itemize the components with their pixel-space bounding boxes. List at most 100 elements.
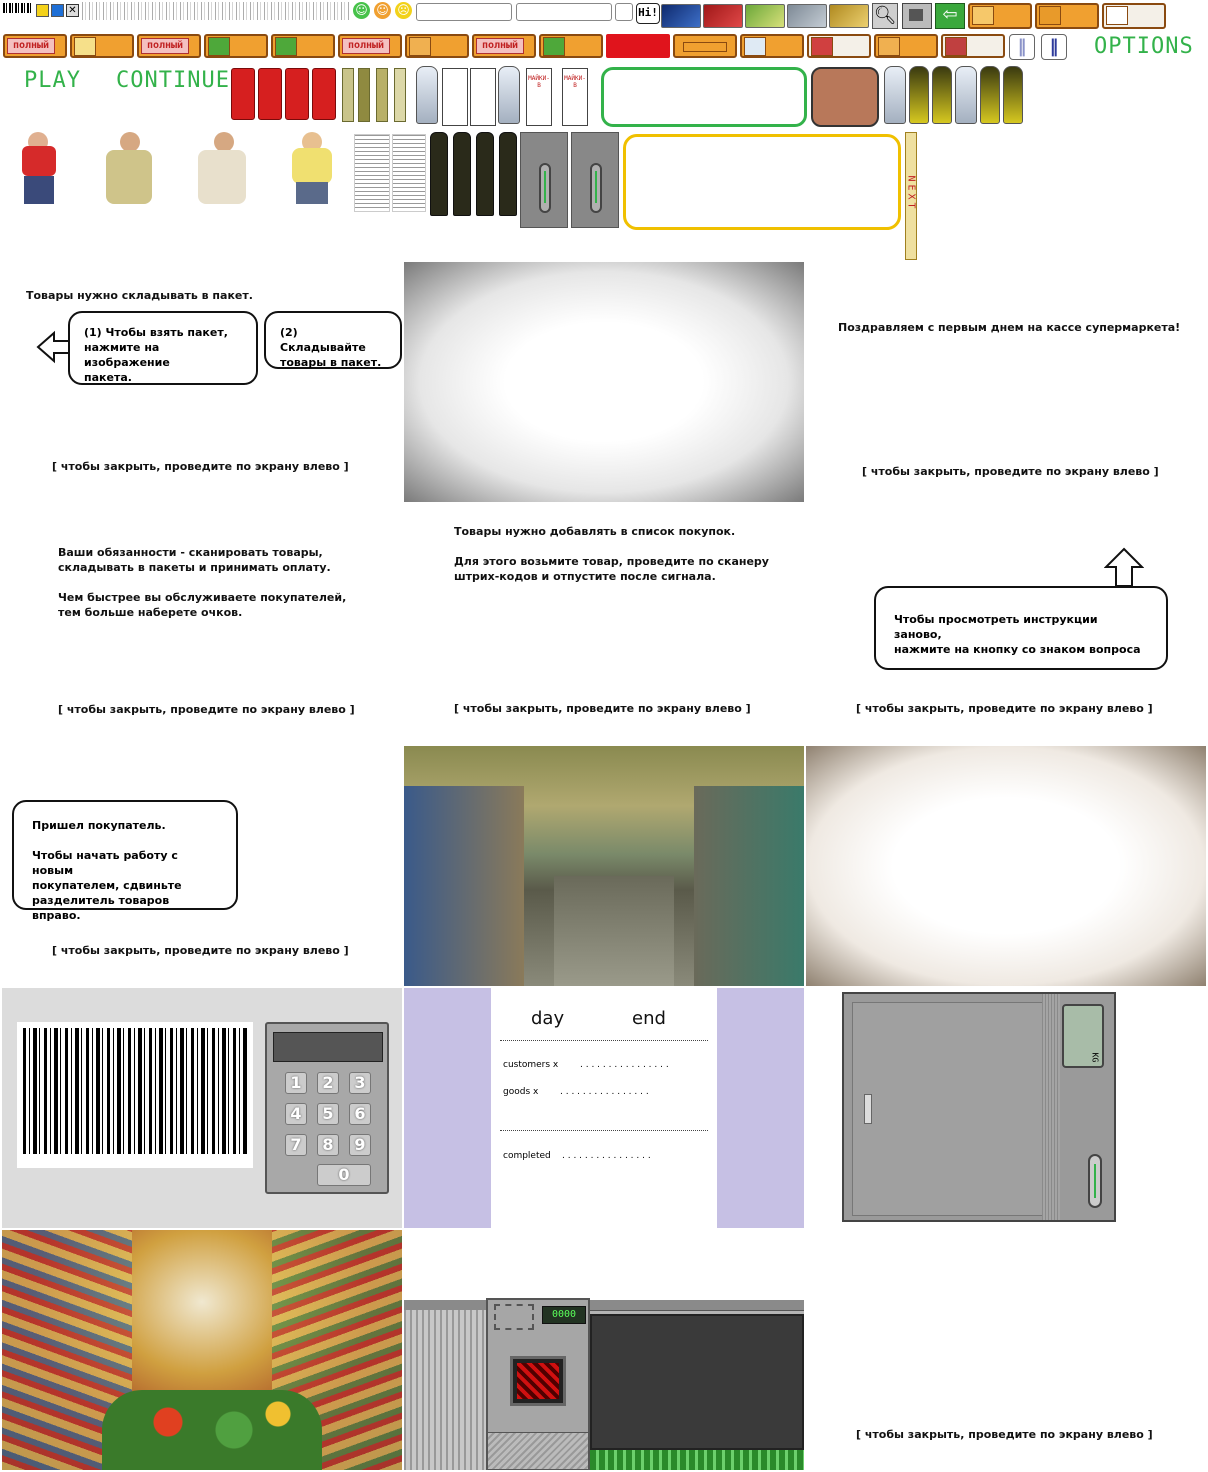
beer-bottle-2[interactable] (932, 66, 952, 124)
full-bag-button-4[interactable]: полный (472, 34, 536, 58)
product-button-juice[interactable] (70, 34, 134, 58)
water-bottle-1[interactable] (416, 66, 438, 124)
pause-icon-dark[interactable]: ‖ (1041, 34, 1067, 60)
cola-can-3[interactable] (285, 68, 309, 120)
scale-unit-label: KG (1090, 1052, 1100, 1063)
full-bag-button-2[interactable]: полный (137, 34, 201, 58)
keypad-device[interactable]: 1 2 3 4 5 6 7 8 9 0 (265, 1022, 389, 1194)
wine-bottle-3[interactable] (476, 132, 494, 216)
key-6[interactable]: 6 (349, 1103, 371, 1125)
credit-card-gold[interactable] (829, 4, 869, 28)
text-field-sprite-1[interactable] (416, 3, 512, 21)
close-hint-4: [ чтобы закрыть, проведите по экрану вле… (454, 702, 751, 715)
cash-drawer-door-2[interactable] (571, 132, 619, 228)
customers-label: customers x (503, 1060, 559, 1070)
close-hint-2: [ чтобы закрыть, проведите по экрану вле… (862, 465, 1159, 478)
milk-carton-4[interactable]: МАЙКИ-В (562, 68, 588, 126)
credit-card-blue[interactable] (661, 4, 701, 28)
product-button-sandwich[interactable] (405, 34, 469, 58)
summary-title-right: end (632, 1008, 666, 1029)
milk-carton-1[interactable] (442, 68, 468, 126)
product-button-pickles-sandwich[interactable] (204, 34, 268, 58)
text-field-sprite-2[interactable] (516, 3, 612, 21)
customer-woman-red[interactable] (6, 132, 76, 204)
up-arrow-icon (1104, 547, 1144, 587)
key-1[interactable]: 1 (285, 1072, 307, 1094)
continue-menu-label[interactable]: CONTINUE (116, 68, 230, 93)
cola-can-1[interactable] (231, 68, 255, 120)
key-0[interactable]: 0 (317, 1164, 371, 1186)
bag-intro-text: Товары нужно складывать в пакет. (26, 289, 253, 302)
options-menu-label[interactable]: OPTIONS (1094, 34, 1194, 59)
credit-card-red[interactable] (703, 4, 743, 28)
credit-card-green[interactable] (745, 4, 785, 28)
yellow-square-icon[interactable] (36, 4, 49, 17)
blue-square-icon[interactable] (51, 4, 64, 17)
scale-drawer-panel[interactable]: KG (842, 992, 1116, 1222)
customer-man-white[interactable] (184, 132, 254, 204)
beer-bottle-4[interactable] (1003, 66, 1023, 124)
small-field-sprite[interactable] (615, 3, 633, 21)
product-button-milk-eggs[interactable] (1102, 3, 1166, 29)
key-5[interactable]: 5 (317, 1103, 339, 1125)
magnifier-icon[interactable]: 🔍︎ (872, 3, 898, 29)
duties-text: Ваши обязанности - сканировать товары, с… (58, 546, 347, 619)
pause-icon-light[interactable]: ‖ (1009, 34, 1035, 60)
product-button-bread[interactable] (968, 3, 1032, 29)
product-button-pickles-hotdog[interactable] (539, 34, 603, 58)
drawer-handle[interactable] (1088, 1154, 1102, 1208)
tube-4[interactable] (394, 68, 406, 122)
yellow-frame-panel (623, 134, 901, 230)
key-8[interactable]: 8 (317, 1134, 339, 1156)
water-bottle-3[interactable] (884, 66, 906, 124)
scanner-window[interactable] (510, 1356, 566, 1406)
drawer-latch[interactable] (864, 1094, 872, 1124)
back-arrow-icon[interactable]: ⇦ (935, 3, 965, 29)
key-4[interactable]: 4 (285, 1103, 307, 1125)
product-button-baguette[interactable] (874, 34, 938, 58)
bag-step1-bubble: (1) Чтобы взять пакет, нажмите на изобра… (68, 311, 258, 385)
cola-can-4[interactable] (312, 68, 336, 120)
sad-face-icon: ☹ (395, 2, 412, 19)
product-button-carton[interactable] (740, 34, 804, 58)
cola-can-2[interactable] (258, 68, 282, 120)
scan-text: Товары нужно добавлять в список покупок.… (454, 525, 769, 583)
monitor-icon[interactable] (902, 3, 932, 29)
next-tab-button[interactable]: NEXT (905, 132, 917, 260)
key-2[interactable]: 2 (317, 1072, 339, 1094)
full-bag-button-1[interactable]: полный (3, 34, 67, 58)
conveyor-belt[interactable] (590, 1314, 804, 1450)
wine-bottle-1[interactable] (430, 132, 448, 216)
full-bag-button-3[interactable]: полный (338, 34, 402, 58)
tube-1[interactable] (342, 68, 354, 122)
green-frame-panel (601, 67, 807, 127)
product-button-cheese[interactable] (1035, 3, 1099, 29)
product-button-pickles[interactable] (271, 34, 335, 58)
credit-card-grey[interactable] (787, 4, 827, 28)
milk-carton-2[interactable] (470, 68, 496, 126)
beer-bottle-3[interactable] (980, 66, 1000, 124)
receipt-sprite-2 (392, 134, 426, 212)
register-unit[interactable]: 0000 (486, 1298, 590, 1470)
tube-3[interactable] (376, 68, 388, 122)
product-button-salami[interactable] (807, 34, 871, 58)
cash-drawer-door-1[interactable] (520, 132, 568, 228)
play-menu-label[interactable]: PLAY (24, 68, 81, 93)
customer-man-beige[interactable] (94, 132, 164, 204)
milk-carton-3[interactable]: МАЙКИ-В (526, 68, 552, 126)
water-bottle-4[interactable] (955, 66, 977, 124)
product-button-meat[interactable] (941, 34, 1005, 58)
beer-bottle-1[interactable] (909, 66, 929, 124)
empty-slot-button[interactable] (673, 34, 737, 58)
key-3[interactable]: 3 (349, 1072, 371, 1094)
close-icon[interactable]: ✕ (66, 4, 79, 17)
wine-bottle-2[interactable] (453, 132, 471, 216)
key-9[interactable]: 9 (349, 1134, 371, 1156)
water-bottle-2[interactable] (498, 66, 520, 124)
tube-2[interactable] (358, 68, 370, 122)
wine-bottle-4[interactable] (499, 132, 517, 216)
key-7[interactable]: 7 (285, 1134, 307, 1156)
close-hint-3: [ чтобы закрыть, проведите по экрану вле… (58, 703, 355, 716)
customer-woman-yellow[interactable] (276, 132, 346, 204)
red-bar-button[interactable] (606, 34, 670, 58)
